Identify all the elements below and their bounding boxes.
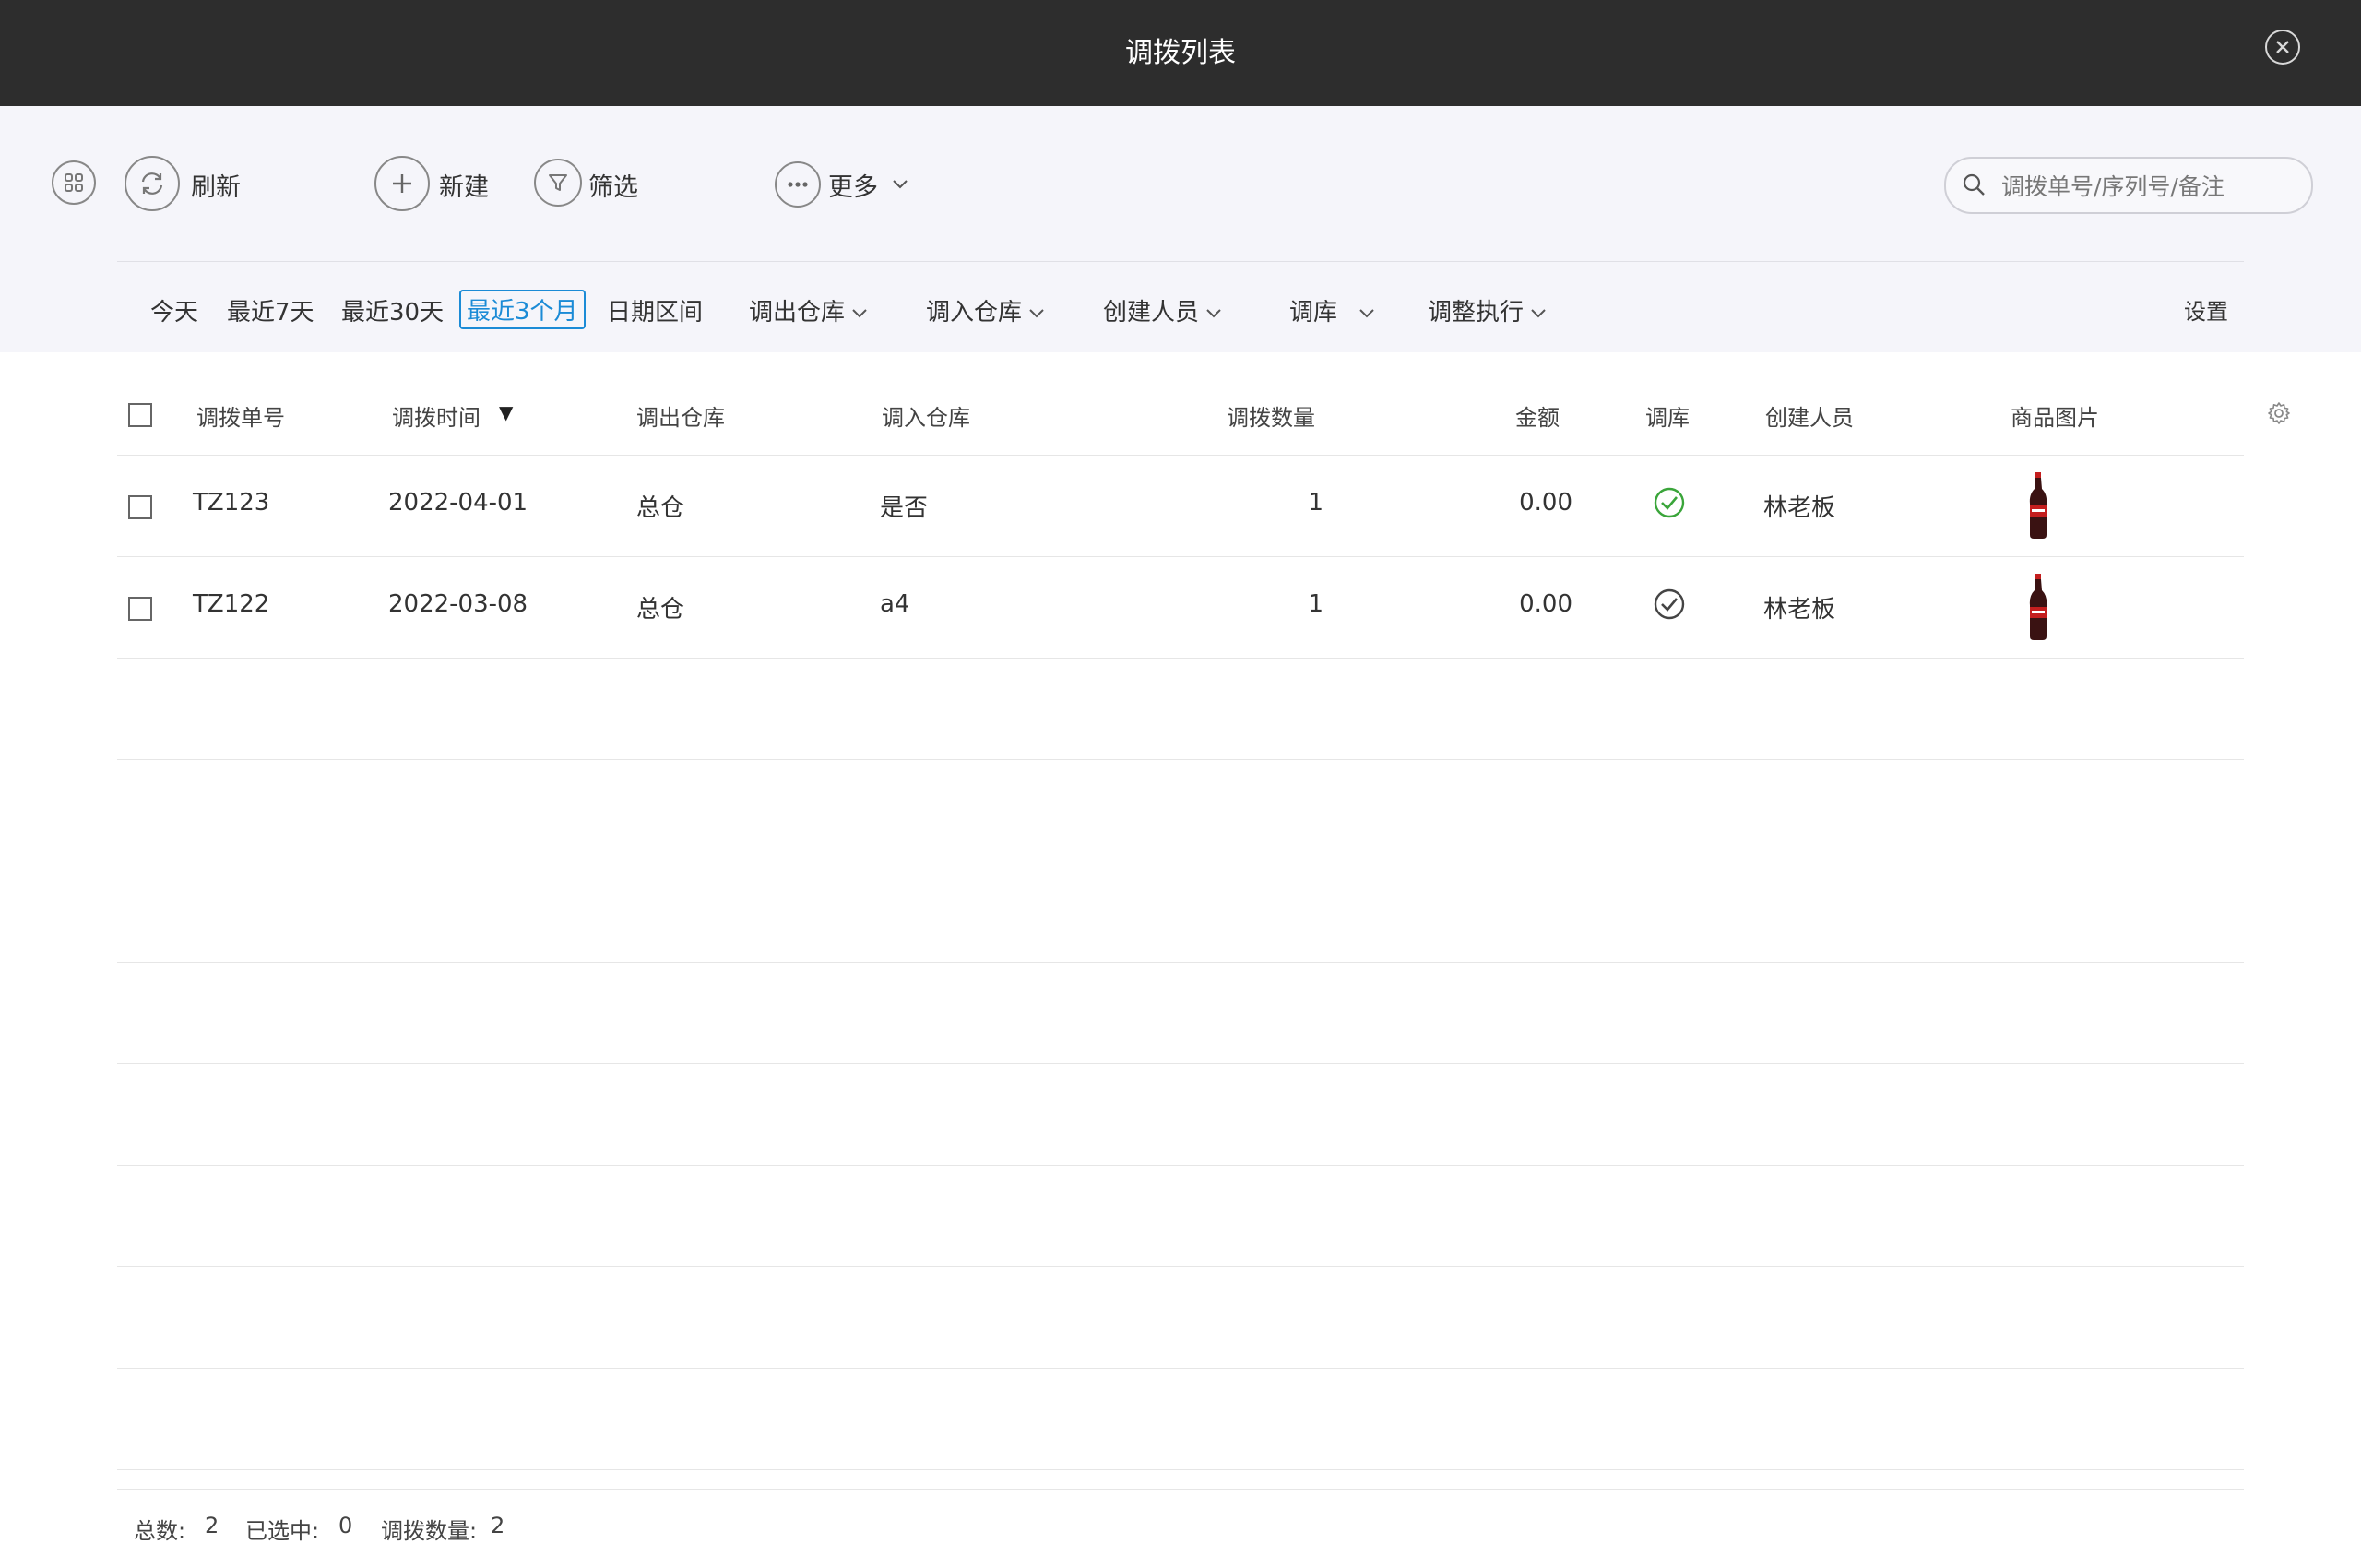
refresh-button[interactable]: 刷新 [125, 156, 254, 211]
cell-time: 2022-03-08 [388, 590, 528, 618]
cell-out-warehouse: 总仓 [636, 494, 685, 522]
cell-amount: 0.00 [1519, 489, 1572, 517]
filter-adjust-label: 调整执行 [1428, 299, 1525, 327]
close-icon[interactable] [2265, 30, 2300, 65]
cell-qty: 1 [1308, 489, 1323, 517]
plus-icon [374, 156, 430, 211]
row-divider [117, 962, 2244, 963]
filter-creator[interactable]: 创建人员 [1103, 293, 1223, 327]
new-label: 新建 [439, 173, 489, 202]
qty-total-label: 调拨数量: [381, 1518, 478, 1544]
row-divider [117, 1489, 2244, 1490]
total-label: 总数: [134, 1518, 186, 1544]
check-circle-green-icon [1654, 487, 1685, 518]
refresh-icon [125, 156, 180, 211]
cell-order-no[interactable]: TZ123 [193, 489, 269, 517]
row-divider [117, 1063, 2244, 1064]
row-divider [117, 455, 2244, 456]
filter-last-30-days[interactable]: 最近30天 [341, 293, 444, 327]
filter-label: 筛选 [588, 173, 638, 202]
row-divider [117, 1266, 2244, 1267]
row-divider [117, 759, 2244, 760]
filter-out-warehouse[interactable]: 调出仓库 [749, 293, 869, 327]
filter-in-warehouse-label: 调入仓库 [926, 299, 1023, 327]
grid-icon [65, 173, 83, 192]
row-divider [117, 1368, 2244, 1369]
col-amount[interactable]: 金额 [1515, 399, 1560, 432]
col-out-warehouse[interactable]: 调出仓库 [636, 399, 725, 432]
chevron-down-icon [1359, 308, 1374, 317]
cola-bottle-image [2029, 472, 2047, 539]
row-checkbox[interactable] [128, 597, 152, 621]
chevron-down-icon [1206, 308, 1221, 317]
filter-date-range[interactable]: 日期区间 [607, 293, 703, 327]
filter-last-3-months[interactable]: 最近3个月 [459, 290, 586, 329]
search-box[interactable] [1944, 157, 2313, 214]
search-input[interactable] [1999, 159, 2298, 214]
cell-in-warehouse: 是否 [880, 494, 929, 522]
funnel-icon [534, 159, 582, 207]
title-bar: 调拨列表 [0, 0, 2361, 106]
cell-creator: 林老板 [1763, 494, 1836, 522]
row-checkbox[interactable] [128, 495, 152, 519]
filter-in-warehouse[interactable]: 调入仓库 [926, 293, 1046, 327]
chevron-down-icon [1531, 308, 1546, 317]
col-transfer[interactable]: 调库 [1645, 399, 1690, 432]
gear-icon[interactable] [2266, 400, 2292, 426]
qty-total-value: 2 [491, 1513, 505, 1538]
sort-desc-icon[interactable]: ▼ [499, 401, 513, 423]
cola-bottle-image [2029, 574, 2047, 640]
col-time[interactable]: 调拨时间 [392, 399, 481, 432]
col-creator[interactable]: 创建人员 [1765, 399, 1854, 432]
check-circle-gray-icon [1654, 588, 1685, 620]
filter-button[interactable]: 筛选 [534, 159, 654, 210]
chevron-down-icon [893, 180, 908, 189]
col-image[interactable]: 商品图片 [2011, 399, 2099, 432]
cell-in-warehouse: a4 [880, 590, 910, 618]
chevron-down-icon [1029, 308, 1044, 317]
cell-order-no[interactable]: TZ122 [193, 590, 269, 618]
selected-value: 0 [338, 1513, 353, 1538]
refresh-label: 刷新 [191, 173, 241, 202]
filter-today[interactable]: 今天 [150, 293, 198, 327]
cell-amount: 0.00 [1519, 590, 1572, 618]
grid-menu-button[interactable] [52, 160, 96, 205]
settings-link[interactable]: 设置 [2184, 293, 2228, 326]
cell-creator: 林老板 [1763, 596, 1836, 624]
cell-time: 2022-04-01 [388, 489, 528, 517]
window-title: 调拨列表 [1125, 37, 1236, 69]
cell-qty: 1 [1308, 590, 1323, 618]
filter-transfer-label: 调库 [1289, 299, 1338, 327]
total-value: 2 [205, 1513, 219, 1538]
row-divider [117, 658, 2244, 659]
more-button[interactable]: 更多 [775, 161, 922, 209]
filter-adjust[interactable]: 调整执行 [1428, 293, 1548, 327]
filter-transfer[interactable]: 调库 [1289, 293, 1376, 327]
row-divider [117, 1469, 2244, 1470]
more-dots-icon [775, 161, 821, 208]
search-icon [1963, 173, 1985, 196]
col-in-warehouse[interactable]: 调入仓库 [882, 399, 970, 432]
row-divider [117, 1165, 2244, 1166]
select-all-checkbox[interactable] [128, 403, 152, 427]
cell-out-warehouse: 总仓 [636, 596, 685, 624]
selected-label: 已选中: [245, 1518, 320, 1544]
col-order-no[interactable]: 调拨单号 [196, 399, 285, 432]
chevron-down-icon [852, 308, 867, 317]
filter-out-warehouse-label: 调出仓库 [749, 299, 846, 327]
row-divider [117, 556, 2244, 557]
more-label: 更多 [828, 173, 878, 202]
col-qty[interactable]: 调拨数量 [1227, 399, 1315, 432]
filter-creator-label: 创建人员 [1103, 299, 1200, 327]
filter-last-7-days[interactable]: 最近7天 [227, 293, 314, 327]
new-button[interactable]: 新建 [374, 156, 494, 211]
toolbar-divider [117, 261, 2244, 262]
